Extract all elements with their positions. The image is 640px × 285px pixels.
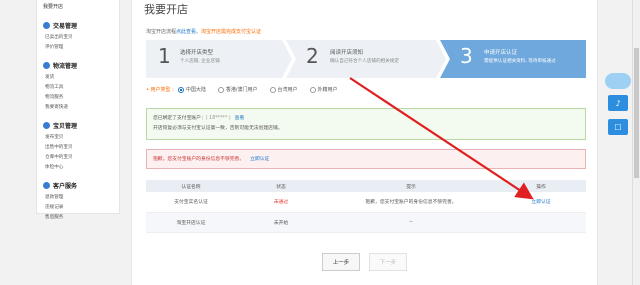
- sidebar-group-title: 客户服务: [53, 183, 78, 190]
- verify-now-action[interactable]: 立即认证: [496, 192, 586, 213]
- cell-tip: 抱歉，您支付宝账户的身份信息不够完善。: [326, 192, 496, 213]
- verify-now-link[interactable]: 立即认证: [250, 157, 269, 162]
- error-text: 抱歉，您支付宝账户的身份信息不够完善。: [153, 157, 245, 162]
- sidebar-group-header: 客户服务: [37, 181, 119, 190]
- cell-name: 支付宝实名认证: [146, 192, 236, 213]
- column-header: 状态: [236, 180, 326, 192]
- view-account-link[interactable]: 查看: [235, 116, 245, 121]
- cloud-widget-icon[interactable]: [605, 73, 631, 89]
- user-type-selector: • 用户类型 : 中国大陆 香港/澳门用户 台湾用户 外籍用户: [146, 86, 350, 93]
- sidebar-group-service: 客户服务 退款管理 违规记录 售后服务: [37, 181, 119, 223]
- step-progress: 1 选择开店类型 个人店铺, 企业店铺 2 阅读开店须知 确认自己符合个人店铺的…: [146, 40, 586, 78]
- radio-label: 台湾用户: [277, 87, 298, 93]
- logistics-icon: [43, 62, 50, 69]
- scrollbar-thumb[interactable]: [634, 48, 639, 178]
- sidebar-item[interactable]: 物流工具: [45, 83, 83, 93]
- step-title: 选择开店类型: [180, 50, 214, 56]
- notification-widget-icon[interactable]: ♪: [608, 95, 628, 111]
- open-shop-notice: 淘宝开店流程点此查看。淘宝开店需完成支付宝认证: [146, 28, 261, 35]
- sidebar-item[interactable]: 体检中心: [45, 163, 83, 173]
- sidebar-group-goods: 宝贝管理 发布宝贝 出售中的宝贝 仓库中的宝贝 体检中心: [37, 121, 119, 173]
- step-1: 1 选择开店类型 个人店铺, 企业店铺: [146, 40, 292, 78]
- service-icon: [43, 182, 50, 189]
- column-header: 操作: [496, 180, 586, 192]
- step-number: 2: [306, 44, 319, 68]
- sidebar-group-title: 宝贝管理: [53, 123, 78, 130]
- next-step-button[interactable]: 下一步: [369, 253, 407, 271]
- sidebar-item[interactable]: 退款管理: [45, 193, 83, 203]
- sidebar-group-header: 交易管理: [37, 21, 119, 30]
- page-title: 我要开店: [144, 3, 188, 16]
- step-3-active: 3 申请开店认证 需提供认证相关资料, 等待审核通过: [440, 40, 586, 78]
- cell-status: 未开始: [236, 212, 326, 233]
- step-title: 阅读开店须知: [330, 50, 364, 56]
- sidebar: 我要开店 交易管理 已卖出的宝贝 评价管理 物流管理 发货 物流工具 物流服务 …: [36, 0, 120, 220]
- sidebar-group-header: 宝贝管理: [37, 121, 119, 130]
- radio-hk-macau[interactable]: 香港/澳门用户: [217, 86, 258, 93]
- bound-account: ( 18***** ): [205, 116, 231, 121]
- main-panel: 我要开店 淘宝开店流程点此查看。淘宝开店需完成支付宝认证 1 选择开店类型 个人…: [131, 0, 598, 285]
- table-row: 淘宝开店认证 未开始 --: [146, 212, 586, 233]
- table-header-row: 认证名称 状态 提示 操作: [146, 180, 586, 192]
- sidebar-item[interactable]: 物流服务: [45, 93, 83, 103]
- step-title: 申请开店认证: [484, 50, 518, 56]
- sidebar-group-title: 物流管理: [53, 63, 78, 70]
- bound-hint: 开店恢复必须与支付宝认证第一致，否则可能无法创建店铺。: [153, 126, 283, 131]
- verification-table: 认证名称 状态 提示 操作 支付宝实名认证 未通过 抱歉，您支付宝账户的身份信息…: [146, 180, 586, 233]
- cell-name: 淘宝开店认证: [146, 212, 236, 233]
- step-desc: 确认自己符合个人店铺的相关规定: [330, 59, 399, 64]
- step-2: 2 阅读开店须知 确认自己符合个人店铺的相关规定: [286, 40, 446, 78]
- notice-view-link[interactable]: 点此查看: [176, 29, 196, 35]
- chat-widget-icon[interactable]: ☐: [608, 119, 628, 135]
- goods-icon: [43, 122, 50, 129]
- trade-icon: [43, 22, 50, 29]
- sidebar-item[interactable]: 仓库中的宝贝: [45, 153, 83, 163]
- table-row: 支付宝实名认证 未通过 抱歉，您支付宝账户的身份信息不够完善。 立即认证: [146, 192, 586, 213]
- sidebar-item[interactable]: 违规记录: [45, 203, 83, 213]
- sidebar-item[interactable]: 售后服务: [45, 213, 83, 223]
- notice-warning-text: 淘宝开店需完成支付宝认证: [201, 29, 262, 35]
- sidebar-group-header: 物流管理: [37, 61, 119, 70]
- step-number: 3: [460, 44, 473, 68]
- radio-unchecked-icon: [217, 86, 224, 93]
- sidebar-item[interactable]: 出售中的宝贝: [45, 143, 83, 153]
- notice-text: 淘宝开店流程: [146, 29, 177, 35]
- radio-label: 中国大陆: [185, 87, 206, 93]
- sidebar-group-logistics: 物流管理 发货 物流工具 物流服务 我要寄快递: [37, 61, 119, 113]
- sidebar-item-open-shop[interactable]: 我要开店: [37, 0, 119, 13]
- bound-text: 您已绑定了支付宝账户：: [153, 116, 206, 121]
- cell-tip: --: [326, 212, 496, 233]
- radio-foreign[interactable]: 外籍用户: [309, 86, 338, 93]
- step-desc: 需提供认证相关资料, 等待审核通过: [484, 59, 556, 64]
- radio-unchecked-icon: [269, 86, 276, 93]
- radio-checked-icon: [177, 86, 184, 93]
- alipay-bound-info: 您已绑定了支付宝账户：( 18***** ) 查看 开店恢复必须与支付宝认证第一致…: [146, 108, 586, 140]
- step-desc: 个人店铺, 企业店铺: [180, 59, 220, 64]
- sidebar-item[interactable]: 我要寄快递: [45, 103, 83, 113]
- cell-status: 未通过: [236, 192, 326, 213]
- column-header: 认证名称: [146, 180, 236, 192]
- sidebar-item[interactable]: 发布宝贝: [45, 133, 83, 143]
- sidebar-group-title: 交易管理: [53, 23, 78, 30]
- column-header: 提示: [326, 180, 496, 192]
- radio-taiwan[interactable]: 台湾用户: [269, 86, 298, 93]
- prev-step-button[interactable]: 上一步: [322, 253, 360, 271]
- scrollbar[interactable]: [632, 0, 640, 285]
- cell-action: [496, 212, 586, 233]
- sidebar-item[interactable]: 已卖出的宝贝: [45, 33, 83, 43]
- step-number: 1: [158, 44, 171, 68]
- radio-label: 香港/澳门用户: [225, 87, 258, 93]
- radio-unchecked-icon: [309, 86, 316, 93]
- sidebar-group-trade: 交易管理 已卖出的宝贝 评价管理: [37, 21, 119, 53]
- sidebar-item[interactable]: 发货: [45, 73, 83, 83]
- radio-label: 外籍用户: [317, 87, 338, 93]
- verification-error-box: 抱歉，您支付宝账户的身份信息不够完善。 立即认证: [146, 149, 586, 169]
- sidebar-item[interactable]: 评价管理: [45, 43, 83, 53]
- radio-mainland[interactable]: 中国大陆: [177, 86, 206, 93]
- user-type-label: • 用户类型 :: [146, 87, 174, 93]
